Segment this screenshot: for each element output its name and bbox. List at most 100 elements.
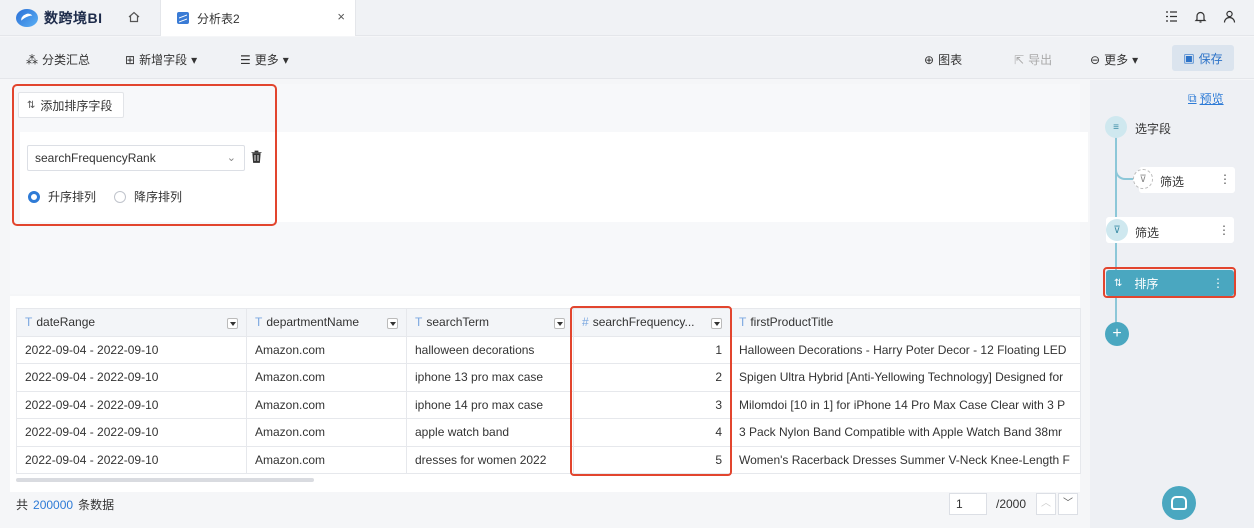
user-icon[interactable] xyxy=(1223,10,1236,23)
column-dropdown-icon[interactable] xyxy=(227,318,238,329)
tab-analysis-2[interactable]: 分析表2 × xyxy=(160,0,356,36)
list-menu-icon[interactable] xyxy=(1165,10,1178,23)
text-type-icon: T xyxy=(739,315,747,330)
table-row[interactable]: 2022-09-04 - 2022-09-10 Amazon.com apple… xyxy=(16,418,1081,447)
table-cell: Amazon.com xyxy=(246,445,407,474)
filter-node-label: 筛选 xyxy=(1135,226,1160,240)
column-name: searchTerm xyxy=(426,315,490,330)
save-button[interactable]: ▣ 保存 xyxy=(1172,45,1234,71)
more-circle-icon: ⊖ xyxy=(1090,52,1101,67)
top-bar: 数跨境BI 分析表2 × xyxy=(0,0,1254,36)
more-left-button[interactable]: ☰ 更多 ▾ xyxy=(240,51,289,68)
table-cell: 2022-09-04 - 2022-09-10 xyxy=(16,390,247,419)
page-up-icon[interactable]: ︿ xyxy=(1036,493,1056,515)
text-type-icon: T xyxy=(25,315,33,330)
column-dropdown-icon[interactable] xyxy=(387,318,398,329)
preview-label: 预览 xyxy=(1199,92,1224,106)
add-field-label: 新增字段 xyxy=(139,53,188,67)
table-cell: Spigen Ultra Hybrid [Anti-Yellowing Tech… xyxy=(730,363,1081,392)
column-header[interactable]: TdepartmentName xyxy=(246,308,407,337)
add-field-icon: ⊞ xyxy=(125,52,136,67)
help-chat-button[interactable] xyxy=(1162,486,1196,520)
horizontal-scrollbar[interactable] xyxy=(16,478,314,482)
table-cell: 2022-09-04 - 2022-09-10 xyxy=(16,445,247,474)
table-cell: Women's Racerback Dresses Summer V-Neck … xyxy=(730,445,1081,474)
export-label: 导出 xyxy=(1028,53,1053,67)
page-number-input[interactable]: 1 xyxy=(949,493,987,515)
caret-down-icon: ▾ xyxy=(1132,52,1139,67)
column-header[interactable]: TfirstProductTitle xyxy=(730,308,1081,337)
logo-icon xyxy=(16,9,38,27)
hierarchy-icon: ⁂ xyxy=(26,52,38,67)
column-name: firstProductTitle xyxy=(750,315,834,330)
home-icon[interactable] xyxy=(128,11,140,23)
top-right-icons xyxy=(1165,10,1236,23)
page-total: /2000 xyxy=(996,497,1027,511)
add-step-button[interactable]: + xyxy=(1105,322,1129,346)
more-right-label: 更多 xyxy=(1104,53,1129,67)
group-summary-button[interactable]: ⁂ 分类汇总 xyxy=(26,51,90,68)
column-name: dateRange xyxy=(36,315,96,330)
table-cell: Halloween Decorations - Harry Poter Deco… xyxy=(730,335,1081,364)
save-icon: ▣ xyxy=(1183,51,1195,65)
data-table-panel: TdateRange TdepartmentName TsearchTerm #… xyxy=(10,296,1081,492)
table-row[interactable]: 2022-09-04 - 2022-09-10 Amazon.com dress… xyxy=(16,445,1081,474)
count-suffix: 条数据 xyxy=(78,498,115,512)
export-button[interactable]: ⇱ 导出 xyxy=(1014,51,1052,68)
bell-icon[interactable] xyxy=(1194,10,1207,23)
filter-icon: ⊽ xyxy=(1133,169,1153,189)
filter-branch-label: 筛选 xyxy=(1160,175,1185,189)
chart-label: 图表 xyxy=(938,53,963,67)
data-table: TdateRange TdepartmentName TsearchTerm #… xyxy=(16,308,1081,474)
group-summary-label: 分类汇总 xyxy=(42,53,91,67)
save-label: 保存 xyxy=(1198,51,1223,66)
preview-link[interactable]: ⧉ 预览 xyxy=(1188,90,1224,107)
toolbar: ⁂ 分类汇总 ⊞ 新增字段 ▾ ☰ 更多 ▾ ⊕ 图表 ⇱ 导出 ⊖ 更多 ▾ … xyxy=(0,37,1254,79)
table-cell: 2022-09-04 - 2022-09-10 xyxy=(16,363,247,392)
highlight-frame-sort-panel xyxy=(12,84,277,226)
chart-button[interactable]: ⊕ 图表 xyxy=(924,51,962,68)
count-prefix: 共 xyxy=(16,498,29,512)
text-type-icon: T xyxy=(255,315,263,330)
tab-label: 分析表2 xyxy=(197,12,240,26)
app-logo[interactable]: 数跨境BI xyxy=(16,8,103,28)
caret-down-icon: ▾ xyxy=(191,52,198,67)
column-name: departmentName xyxy=(266,315,360,330)
plus-circle-icon: ⊕ xyxy=(924,52,935,67)
table-cell: Milomdoi [10 in 1] for iPhone 14 Pro Max… xyxy=(730,390,1081,419)
more-vertical-icon[interactable]: ⋮ xyxy=(1219,172,1231,186)
record-count: 共 200000 条数据 xyxy=(16,496,114,513)
table-row[interactable]: 2022-09-04 - 2022-09-10 Amazon.com hallo… xyxy=(16,335,1081,364)
select-fields-node-label[interactable]: 选字段 xyxy=(1135,120,1171,137)
table-row[interactable]: 2022-09-04 - 2022-09-10 Amazon.com iphon… xyxy=(16,390,1081,419)
filter-icon: ⊽ xyxy=(1106,219,1128,241)
count-value: 200000 xyxy=(33,498,74,512)
table-cell: 2022-09-04 - 2022-09-10 xyxy=(16,418,247,447)
table-cell: iphone 13 pro max case xyxy=(406,363,574,392)
text-type-icon: T xyxy=(415,315,423,330)
caret-down-icon: ▾ xyxy=(282,52,289,67)
add-field-button[interactable]: ⊞ 新增字段 ▾ xyxy=(125,51,197,68)
highlight-frame-rank-column xyxy=(570,306,732,476)
table-cell: iphone 14 pro max case xyxy=(406,390,574,419)
table-cell: apple watch band xyxy=(406,418,574,447)
table-row[interactable]: 2022-09-04 - 2022-09-10 Amazon.com iphon… xyxy=(16,363,1081,392)
table-cell: Amazon.com xyxy=(246,390,407,419)
table-cell: Amazon.com xyxy=(246,363,407,392)
table-cell: Amazon.com xyxy=(246,418,407,447)
more-vertical-icon[interactable]: ⋮ xyxy=(1218,223,1230,237)
highlight-frame-sort-node xyxy=(1103,267,1236,298)
tab-close-icon[interactable]: × xyxy=(337,9,345,24)
table-cell: 2022-09-04 - 2022-09-10 xyxy=(16,335,247,364)
page-number-value: 1 xyxy=(956,497,963,511)
table-header-row: TdateRange TdepartmentName TsearchTerm #… xyxy=(16,308,1081,337)
table-cell: Amazon.com xyxy=(246,335,407,364)
table-cell: halloween decorations xyxy=(406,335,574,364)
more-right-button[interactable]: ⊖ 更多 ▾ xyxy=(1090,51,1138,68)
column-header[interactable]: TdateRange xyxy=(16,308,247,337)
page-down-icon[interactable]: ﹀ xyxy=(1058,493,1078,515)
column-header[interactable]: TsearchTerm xyxy=(406,308,574,337)
export-icon: ⇱ xyxy=(1014,52,1025,67)
select-fields-node-icon[interactable]: ≡ xyxy=(1105,116,1127,138)
column-dropdown-icon[interactable] xyxy=(554,318,565,329)
